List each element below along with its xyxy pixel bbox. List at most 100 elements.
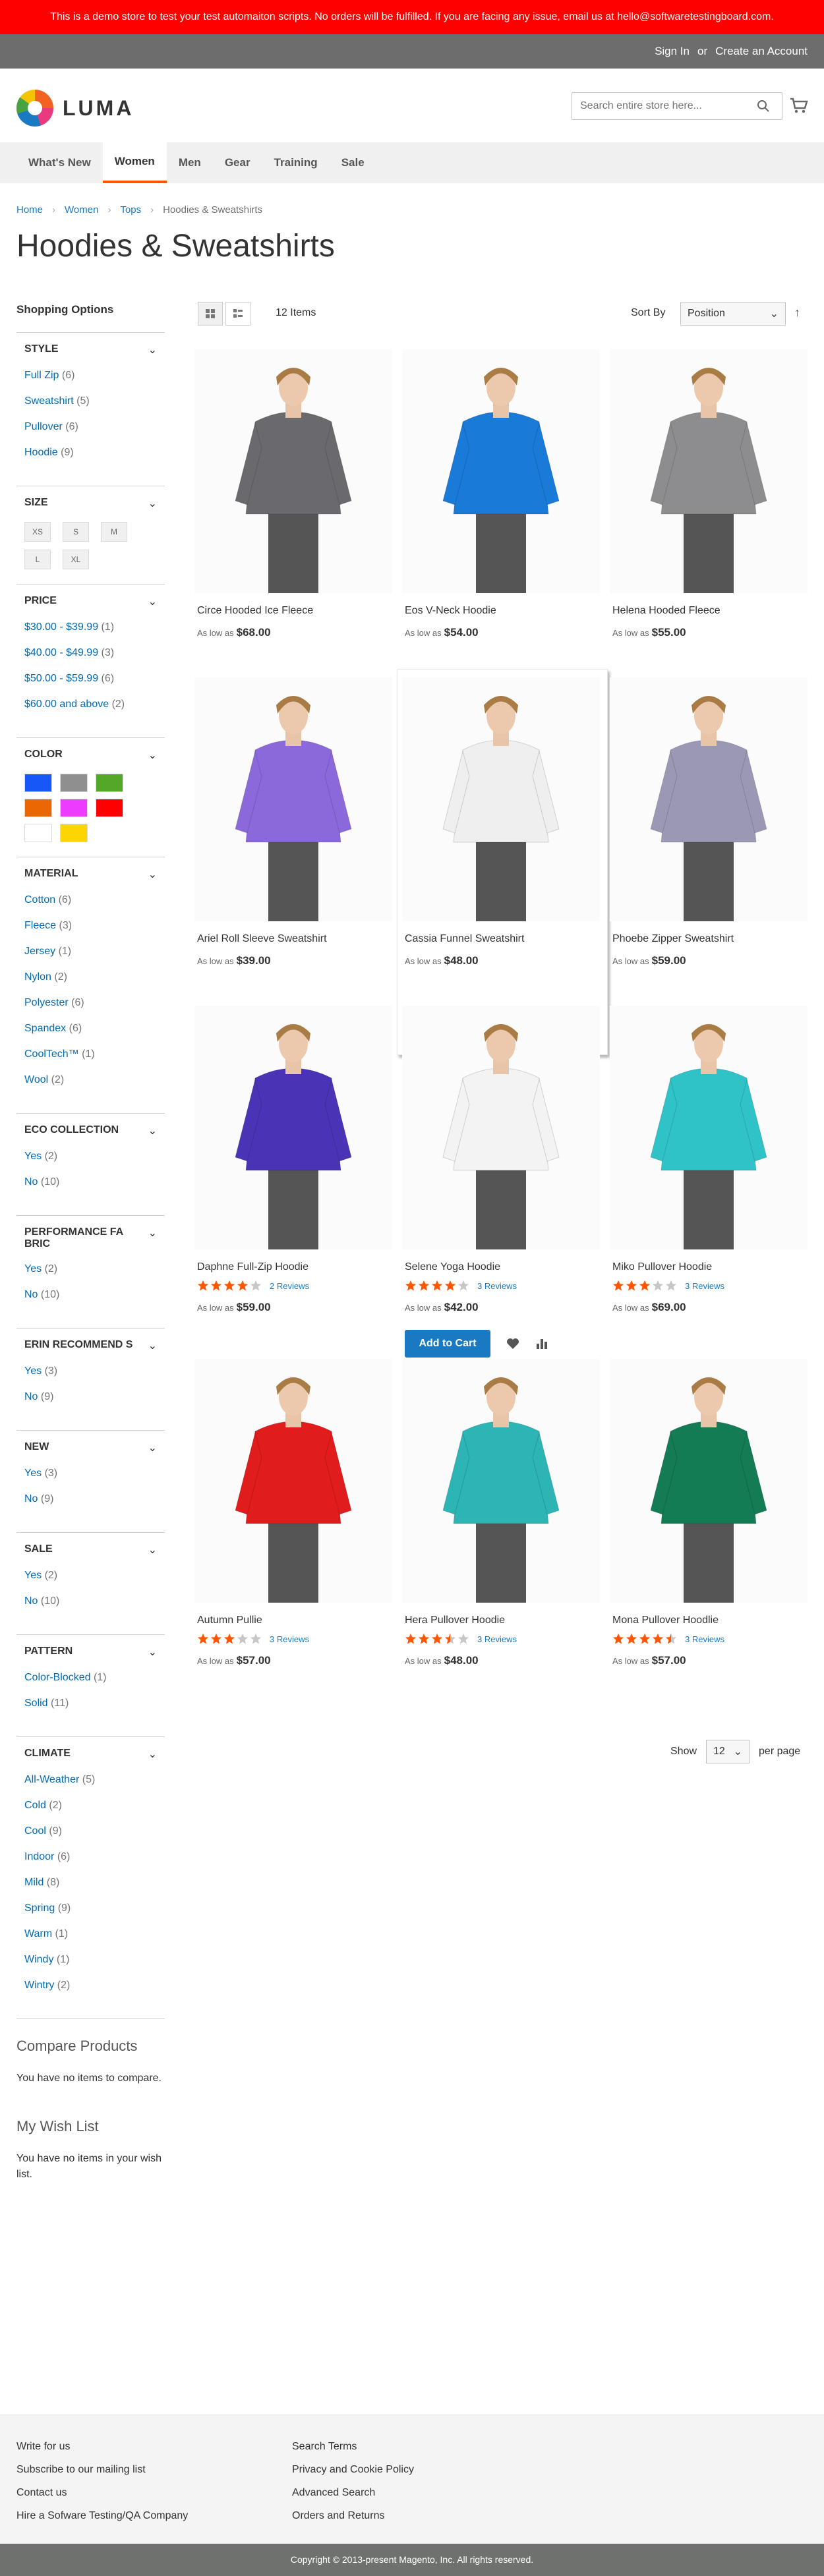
- product-name[interactable]: Phoebe Zipper Sweatshirt: [612, 933, 808, 945]
- search-icon[interactable]: [757, 100, 770, 113]
- nav-men[interactable]: Men: [167, 142, 213, 183]
- filter-title[interactable]: SALE ⌄: [24, 1543, 157, 1557]
- filter-option[interactable]: Cool (9): [24, 1824, 157, 1839]
- footer-link[interactable]: Hire a Sofware Testing/QA Company: [16, 2504, 188, 2527]
- product-image-wrap[interactable]: [610, 349, 808, 593]
- footer-link[interactable]: Search Terms: [292, 2435, 414, 2458]
- filter-option[interactable]: Windy (1): [24, 1953, 157, 1967]
- compare-icon[interactable]: [535, 1338, 548, 1350]
- product-card[interactable]: Cassia Funnel Sweatshirt As low as $48.00: [402, 677, 600, 967]
- filter-title[interactable]: PATTERN ⌄: [24, 1646, 157, 1659]
- breadcrumb-tops[interactable]: Tops: [120, 204, 141, 215]
- product-image-wrap[interactable]: [402, 1359, 600, 1603]
- filter-option[interactable]: $50.00 - $59.99 (6): [24, 672, 157, 686]
- filter-option[interactable]: Full Zip (6): [24, 368, 157, 383]
- product-image-wrap[interactable]: [194, 1006, 392, 1249]
- color-swatch[interactable]: [96, 774, 123, 792]
- product-card[interactable]: Autumn Pullie 3 Reviews As low as $57.00: [194, 1359, 392, 1667]
- filter-option[interactable]: $60.00 and above (2): [24, 697, 157, 712]
- filter-option[interactable]: Nylon (2): [24, 970, 157, 985]
- sort-direction-icon[interactable]: ↑: [794, 306, 800, 320]
- create-account-link[interactable]: Create an Account: [715, 45, 808, 58]
- filter-option[interactable]: Wintry (2): [24, 1978, 157, 1993]
- size-swatch[interactable]: XL: [63, 550, 89, 569]
- search-input[interactable]: Search entire store here...: [572, 92, 782, 120]
- nav-gear[interactable]: Gear: [213, 142, 262, 183]
- product-card[interactable]: Eos V-Neck Hoodie As low as $54.00: [402, 349, 600, 639]
- filter-option[interactable]: Spandex (6): [24, 1021, 157, 1036]
- filter-title[interactable]: STYLE ⌄: [24, 343, 157, 357]
- nav-women[interactable]: Women: [102, 142, 167, 183]
- logo[interactable]: LUMA: [16, 90, 134, 127]
- product-card[interactable]: Selene Yoga Hoodie 3 Reviews As low as $42.…: [402, 1006, 600, 1358]
- filter-option[interactable]: Yes (3): [24, 1364, 157, 1379]
- filter-option[interactable]: Yes (2): [24, 1568, 157, 1583]
- product-card[interactable]: Miko Pullover Hoodie 3 Reviews As low as $6…: [610, 1006, 808, 1314]
- filter-title[interactable]: COLOR ⌄: [24, 749, 157, 762]
- filter-option[interactable]: Yes (2): [24, 1149, 157, 1164]
- filter-option[interactable]: Mild (8): [24, 1875, 157, 1890]
- filter-option[interactable]: Indoor (6): [24, 1850, 157, 1864]
- product-name[interactable]: Circe Hooded Ice Fleece: [197, 605, 392, 617]
- product-card[interactable]: Hera Pullover Hoodie 3 Reviews As low as $4…: [402, 1359, 600, 1667]
- filter-option[interactable]: No (9): [24, 1390, 157, 1404]
- reviews-link[interactable]: 3 Reviews: [685, 1634, 724, 1644]
- filter-option[interactable]: No (10): [24, 1594, 157, 1609]
- size-swatch[interactable]: XS: [24, 522, 51, 542]
- breadcrumb-women[interactable]: Women: [65, 204, 98, 215]
- filter-title[interactable]: NEW ⌄: [24, 1441, 157, 1454]
- color-swatch[interactable]: [60, 824, 88, 842]
- footer-link[interactable]: Privacy and Cookie Policy: [292, 2458, 414, 2481]
- product-name[interactable]: Miko Pullover Hoodie: [612, 1261, 808, 1273]
- add-to-cart-button[interactable]: Add to Cart: [405, 1330, 490, 1358]
- color-swatch[interactable]: [60, 799, 88, 817]
- product-name[interactable]: Ariel Roll Sleeve Sweatshirt: [197, 933, 392, 945]
- color-swatch[interactable]: [24, 799, 52, 817]
- product-card[interactable]: Mona Pullover Hoodlie 3 Reviews As low as $…: [610, 1359, 808, 1667]
- footer-link[interactable]: Subscribe to our mailing list: [16, 2458, 188, 2481]
- product-image-wrap[interactable]: [610, 1359, 808, 1603]
- nav-sale[interactable]: Sale: [330, 142, 376, 183]
- reviews-link[interactable]: 3 Reviews: [477, 1634, 517, 1644]
- product-image-wrap[interactable]: [610, 677, 808, 921]
- size-swatch[interactable]: S: [63, 522, 89, 542]
- footer-link[interactable]: Contact us: [16, 2481, 188, 2504]
- product-card[interactable]: Circe Hooded Ice Fleece As low as $68.00: [194, 349, 392, 639]
- product-name[interactable]: Hera Pullover Hoodie: [405, 1615, 600, 1626]
- product-name[interactable]: Selene Yoga Hoodie: [405, 1261, 600, 1273]
- product-card[interactable]: Daphne Full-Zip Hoodie 2 Reviews As low as…: [194, 1006, 392, 1314]
- cart-icon[interactable]: [788, 95, 809, 116]
- reviews-link[interactable]: 3 Reviews: [270, 1634, 309, 1644]
- filter-option[interactable]: Cotton (6): [24, 893, 157, 907]
- product-image-wrap[interactable]: [402, 349, 600, 593]
- product-image-wrap[interactable]: [610, 1006, 808, 1249]
- filter-option[interactable]: No (10): [24, 1175, 157, 1189]
- filter-title[interactable]: ERIN RECOMMEND S ⌄: [24, 1339, 157, 1352]
- filter-option[interactable]: Yes (3): [24, 1466, 157, 1481]
- filter-option[interactable]: Hoodie (9): [24, 445, 157, 460]
- filter-option[interactable]: Color-Blocked (1): [24, 1671, 157, 1685]
- filter-option[interactable]: All-Weather (5): [24, 1773, 157, 1787]
- footer-link[interactable]: Advanced Search: [292, 2481, 414, 2504]
- filter-option[interactable]: Warm (1): [24, 1927, 157, 1941]
- filter-title[interactable]: MATERIAL ⌄: [24, 868, 157, 881]
- filter-title[interactable]: SIZE ⌄: [24, 497, 157, 510]
- color-swatch[interactable]: [60, 774, 88, 792]
- heart-icon[interactable]: [506, 1338, 519, 1350]
- filter-title[interactable]: CLIMATE ⌄: [24, 1748, 157, 1761]
- product-card[interactable]: Phoebe Zipper Sweatshirt As low as $59.00: [610, 677, 808, 967]
- footer-link[interactable]: Orders and Returns: [292, 2504, 414, 2527]
- filter-title[interactable]: ECO COLLECTION ⌄: [24, 1124, 157, 1137]
- product-name[interactable]: Mona Pullover Hoodlie: [612, 1615, 808, 1626]
- filter-option[interactable]: Polyester (6): [24, 996, 157, 1010]
- product-name[interactable]: Eos V-Neck Hoodie: [405, 605, 600, 617]
- product-image-wrap[interactable]: [194, 349, 392, 593]
- filter-option[interactable]: $40.00 - $49.99 (3): [24, 646, 157, 660]
- product-name[interactable]: Cassia Funnel Sweatshirt: [405, 933, 600, 945]
- filter-option[interactable]: Wool (2): [24, 1073, 157, 1087]
- product-name[interactable]: Daphne Full-Zip Hoodie: [197, 1261, 392, 1273]
- filter-option[interactable]: Jersey (1): [24, 944, 157, 959]
- nav-training[interactable]: Training: [262, 142, 330, 183]
- product-card[interactable]: Helena Hooded Fleece As low as $55.00: [610, 349, 808, 639]
- grid-mode-button[interactable]: [198, 302, 223, 326]
